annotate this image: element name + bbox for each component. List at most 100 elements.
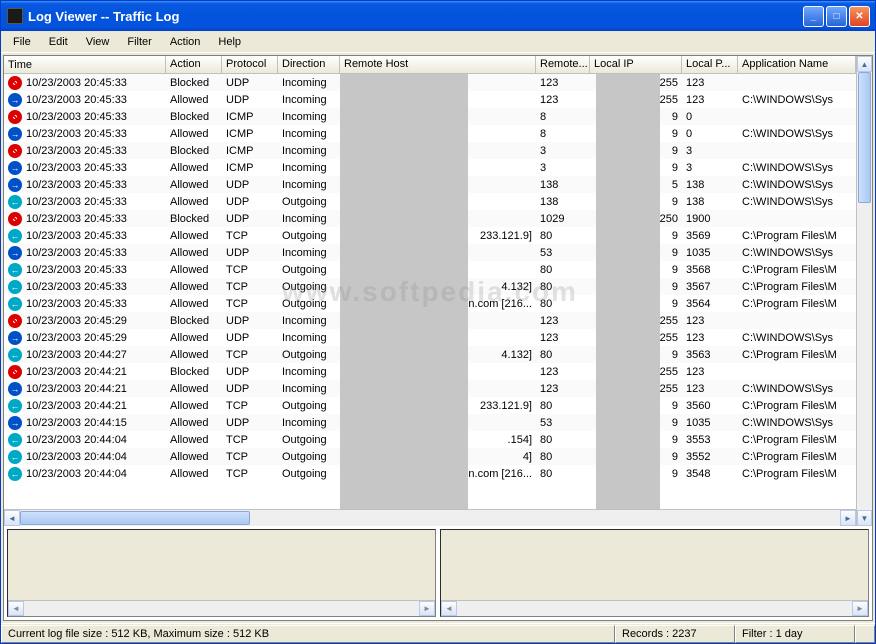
cell-app: C:\WINDOWS\Sys [738, 93, 856, 107]
status-icon: ← [8, 399, 22, 413]
cell-app [738, 320, 856, 322]
menu-help[interactable]: Help [210, 34, 249, 50]
chevron-left-icon[interactable]: ◄ [441, 601, 457, 616]
cell-protocol: UDP [222, 365, 278, 379]
cell-direction: Outgoing [278, 433, 340, 447]
col-direction[interactable]: Direction [278, 56, 340, 73]
hscroll-thumb[interactable] [20, 511, 250, 525]
cell-remoteport: 80 [536, 450, 590, 464]
cell-protocol: UDP [222, 331, 278, 345]
cell-localport: 0 [682, 127, 738, 141]
cell-remoteport: 123 [536, 93, 590, 107]
col-localip[interactable]: Local IP [590, 56, 682, 73]
grid-body[interactable]: www.softpedia.com 10/23/2003 20:45:33Blo… [4, 74, 856, 509]
chevron-left-icon[interactable]: ◄ [8, 601, 24, 616]
cell-direction: Outgoing [278, 263, 340, 277]
hscroll-track[interactable] [20, 510, 840, 526]
cell-action: Blocked [166, 314, 222, 328]
cell-remoteport: 1029 [536, 212, 590, 226]
cell-action: Allowed [166, 399, 222, 413]
cell-direction: Incoming [278, 212, 340, 226]
cell-protocol: TCP [222, 229, 278, 243]
status-icon: → [8, 246, 22, 260]
cell-time: 10/23/2003 20:45:33 [26, 196, 127, 208]
cell-direction: Outgoing [278, 399, 340, 413]
cell-time: 10/23/2003 20:45:33 [26, 213, 127, 225]
scroll-right-arrow-icon[interactable]: ► [840, 510, 856, 526]
detail-panels: ◄ ► ◄ ► [4, 526, 872, 620]
cell-localport: 3553 [682, 433, 738, 447]
scroll-up-arrow-icon[interactable]: ▲ [857, 56, 872, 72]
cell-remoteport: 123 [536, 365, 590, 379]
vscroll-thumb[interactable] [858, 72, 871, 203]
cell-app: C:\Program Files\M [738, 433, 856, 447]
cell-direction: Incoming [278, 178, 340, 192]
cell-protocol: UDP [222, 314, 278, 328]
status-icon [8, 212, 22, 226]
cell-protocol: UDP [222, 76, 278, 90]
app-window: Log Viewer -- Traffic Log _ □ ✕ File Edi… [0, 0, 876, 644]
cell-protocol: TCP [222, 280, 278, 294]
cell-time: 10/23/2003 20:44:04 [26, 434, 127, 446]
cell-time: 10/23/2003 20:45:33 [26, 230, 127, 242]
menu-filter[interactable]: Filter [119, 34, 159, 50]
horizontal-scrollbar[interactable]: ◄ ► [4, 509, 856, 526]
menu-file[interactable]: File [5, 34, 39, 50]
status-icon: ← [8, 450, 22, 464]
cell-app: C:\Program Files\M [738, 399, 856, 413]
chevron-right-icon[interactable]: ► [419, 601, 435, 616]
cell-remoteport: 80 [536, 263, 590, 277]
maximize-button[interactable]: □ [826, 6, 847, 27]
cell-localport: 123 [682, 314, 738, 328]
vertical-scrollbar[interactable]: ▲ ▼ [856, 56, 872, 526]
status-records: Records : 2237 [615, 625, 735, 643]
close-button[interactable]: ✕ [849, 6, 870, 27]
menu-action[interactable]: Action [162, 34, 209, 50]
cell-time: 10/23/2003 20:44:21 [26, 383, 127, 395]
minimize-button[interactable]: _ [803, 6, 824, 27]
status-filesize: Current log file size : 512 KB, Maximum … [1, 625, 615, 643]
cell-app: C:\Program Files\M [738, 450, 856, 464]
col-localport[interactable]: Local P... [682, 56, 738, 73]
col-app[interactable]: Application Name [738, 56, 856, 73]
col-time[interactable]: Time [4, 56, 166, 73]
status-icon: → [8, 127, 22, 141]
cell-protocol: UDP [222, 195, 278, 209]
cell-action: Allowed [166, 246, 222, 260]
col-remotehost[interactable]: Remote Host [340, 56, 536, 73]
panel-left-scrollbar[interactable]: ◄ ► [8, 600, 435, 616]
col-protocol[interactable]: Protocol [222, 56, 278, 73]
menu-view[interactable]: View [78, 34, 118, 50]
cell-protocol: TCP [222, 297, 278, 311]
cell-direction: Outgoing [278, 280, 340, 294]
cell-direction: Outgoing [278, 450, 340, 464]
cell-protocol: ICMP [222, 144, 278, 158]
cell-direction: Incoming [278, 127, 340, 141]
cell-remoteport: 3 [536, 144, 590, 158]
col-remoteport[interactable]: Remote... [536, 56, 590, 73]
cell-localport: 138 [682, 195, 738, 209]
cell-remoteport: 8 [536, 110, 590, 124]
vscroll-track[interactable] [857, 72, 872, 510]
menu-edit[interactable]: Edit [41, 34, 76, 50]
cell-app: C:\Program Files\M [738, 467, 856, 481]
cell-time: 10/23/2003 20:45:33 [26, 145, 127, 157]
detail-panel-left: ◄ ► [7, 529, 436, 617]
cell-remoteport: 138 [536, 178, 590, 192]
titlebar[interactable]: Log Viewer -- Traffic Log _ □ ✕ [1, 1, 875, 31]
cell-action: Blocked [166, 76, 222, 90]
scroll-down-arrow-icon[interactable]: ▼ [857, 510, 872, 526]
cell-direction: Incoming [278, 314, 340, 328]
cell-remoteport: 53 [536, 246, 590, 260]
cell-time: 10/23/2003 20:45:33 [26, 247, 127, 259]
col-action[interactable]: Action [166, 56, 222, 73]
cell-direction: Incoming [278, 331, 340, 345]
cell-action: Allowed [166, 263, 222, 277]
cell-time: 10/23/2003 20:45:33 [26, 77, 127, 89]
panel-right-scrollbar[interactable]: ◄ ► [441, 600, 868, 616]
chevron-right-icon[interactable]: ► [852, 601, 868, 616]
cell-remoteport: 123 [536, 331, 590, 345]
scroll-left-arrow-icon[interactable]: ◄ [4, 510, 20, 526]
cell-action: Blocked [166, 144, 222, 158]
cell-action: Allowed [166, 348, 222, 362]
